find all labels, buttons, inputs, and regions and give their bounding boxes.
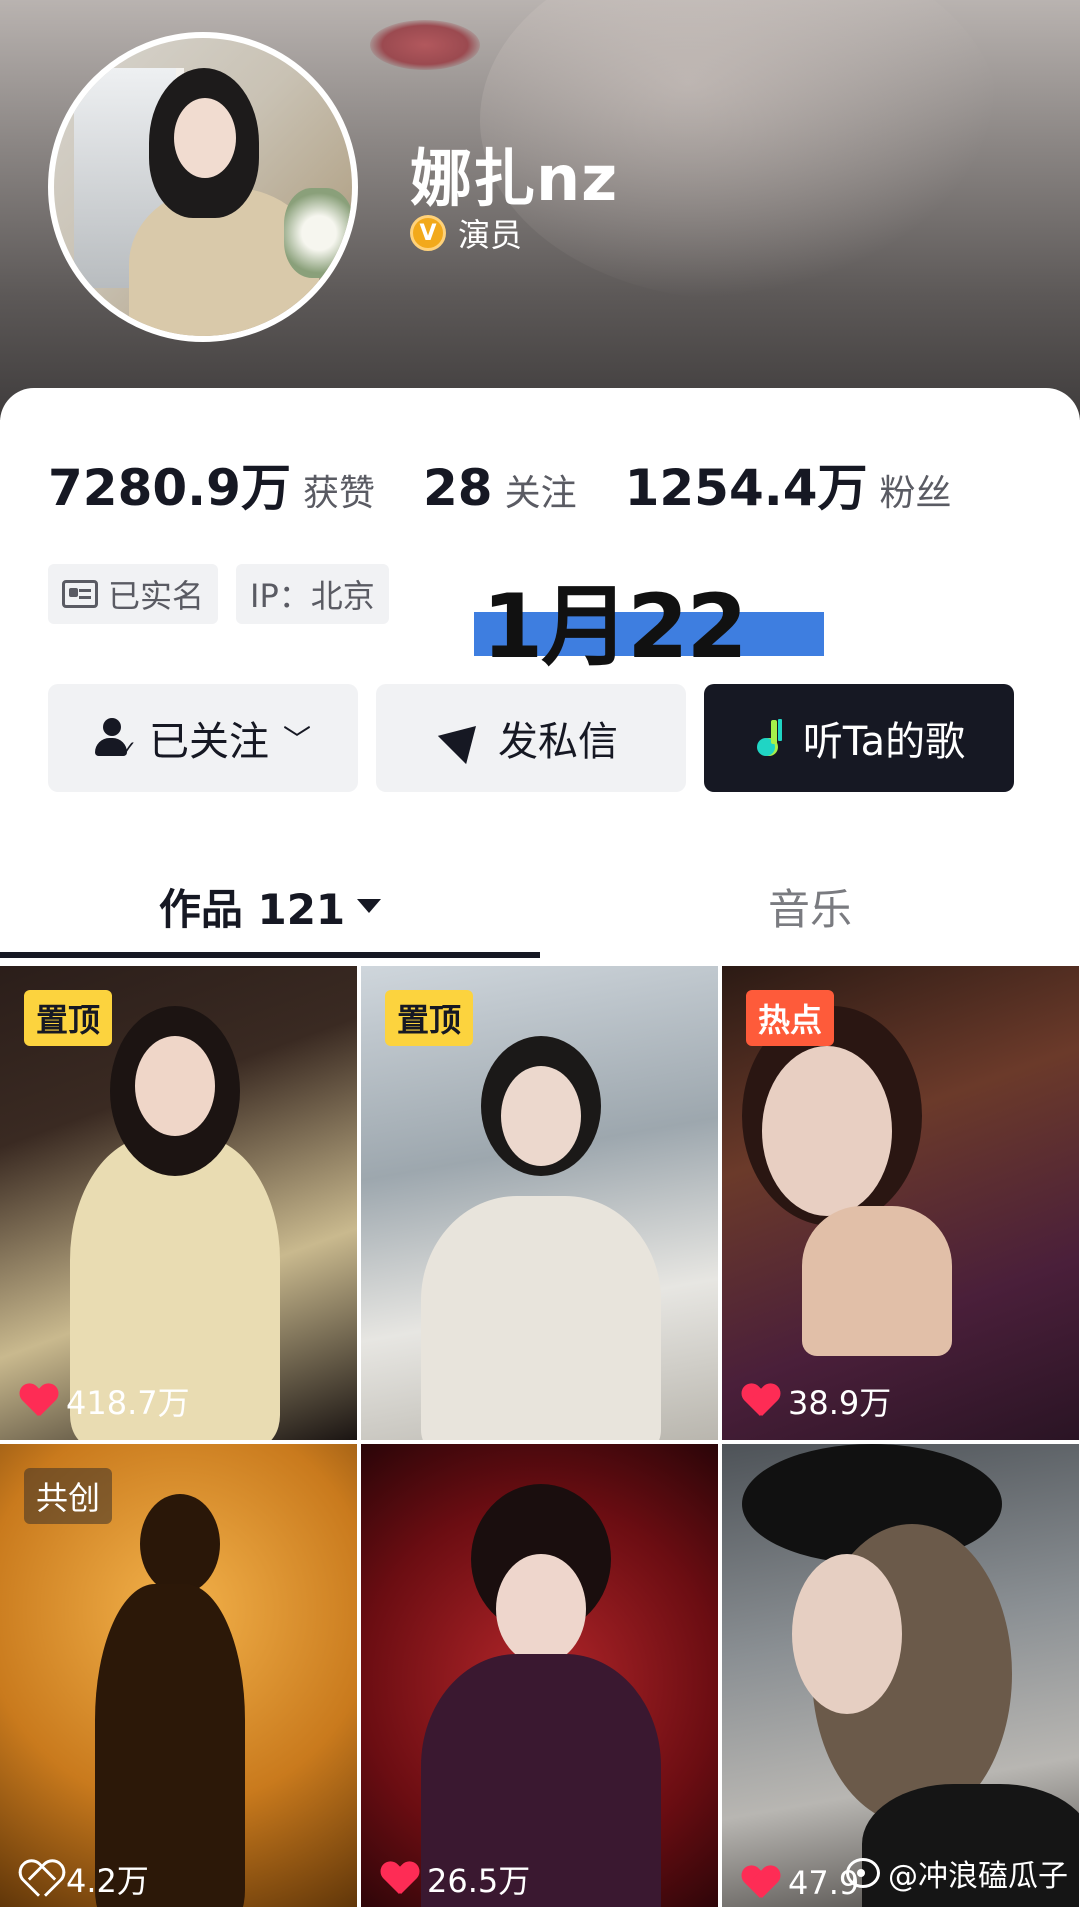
like-count: 38.9万 [742,1378,891,1424]
content-tabs: 作品 121 音乐 [0,858,1080,958]
chevron-down-icon: ﹀ [282,723,311,756]
like-count: 47.9 [742,1864,859,1902]
stat-followers-value: 1254.4万 [624,459,868,517]
active-tab-indicator [0,952,540,958]
ip-tag-label: IP：北京 [250,577,375,615]
video-grid: 置顶 418.7万 置顶 热点 38.9万 共创 4.2万 26.5万 47.9… [0,966,1080,1907]
followed-button[interactable]: ✓ 已关注 ﹀ [48,684,358,792]
video-tile[interactable]: 26.5万 [361,1444,718,1907]
like-count: 26.5万 [381,1856,530,1902]
watermark: @冲浪磕瓜子 [846,1851,1068,1895]
like-count-value: 38.9万 [788,1384,892,1422]
tab-works[interactable]: 作品 121 [0,858,540,954]
heart-icon [742,1384,780,1418]
user-check-icon: ✓ [94,718,137,760]
pinned-badge: 置顶 [24,990,113,1046]
heart-icon [742,1866,780,1900]
collab-badge: 共创 [24,1468,113,1524]
tab-music[interactable]: 音乐 [540,858,1080,954]
listen-songs-label: 听Ta的歌 [802,719,966,765]
banner-photo-detail [370,20,480,70]
like-count: 418.7万 [20,1378,190,1424]
like-count-value: 4.2万 [66,1862,149,1900]
realname-tag-label: 已实名 [108,577,205,615]
realname-tag: 已实名 [48,564,219,624]
video-tile[interactable]: 47.9 [722,1444,1079,1907]
date-overlay: 1月22日 [474,556,824,805]
username: 娜扎nz [410,142,619,215]
video-tile[interactable]: 共创 4.2万 [0,1444,357,1907]
music-note-icon [753,720,789,756]
message-button-label: 发私信 [498,719,618,765]
pinned-badge: 置顶 [385,990,474,1046]
stat-followers[interactable]: 1254.4万 粉丝 [625,448,952,520]
info-tags: 已实名 IP：北京 [48,564,389,624]
stat-following-value: 28 [422,459,493,517]
heart-outline-icon [20,1862,58,1896]
video-tile[interactable]: 热点 38.9万 [722,966,1079,1440]
stat-likes: 7280.9万 获赞 [48,448,375,520]
followed-button-label: 已关注 [148,719,269,765]
tab-works-label: 作品 121 [158,884,346,934]
verified-badge-icon: V [410,215,446,251]
like-count-value: 418.7万 [66,1384,190,1422]
listen-songs-button[interactable]: 听Ta的歌 [704,684,1014,792]
watermark-text: @冲浪磕瓜子 [888,1859,1068,1894]
stat-following-label: 关注 [504,473,577,514]
stat-likes-label: 获赞 [302,473,375,514]
verification-row: V 演员 [410,210,522,256]
send-icon [437,711,491,765]
verification-label: 演员 [458,216,523,254]
tab-music-label: 音乐 [767,884,852,934]
id-card-icon [62,580,98,608]
heart-icon [381,1862,419,1896]
trending-badge: 热点 [746,990,835,1046]
message-button[interactable]: 发私信 [376,684,686,792]
video-tile[interactable]: 置顶 418.7万 [0,966,357,1440]
action-buttons: ✓ 已关注 ﹀ 发私信 听Ta的歌 [48,684,1014,792]
stat-following[interactable]: 28 关注 [423,459,577,517]
video-tile[interactable]: 置顶 [361,966,718,1440]
like-count-value: 26.5万 [427,1862,531,1900]
caret-down-icon [357,899,382,913]
stats-row: 7280.9万 获赞 28 关注 1254.4万 粉丝 [48,448,1000,520]
avatar[interactable] [48,32,358,342]
stat-followers-label: 粉丝 [879,473,952,514]
stat-likes-value: 7280.9万 [48,459,291,517]
heart-icon [20,1384,58,1418]
ip-tag: IP：北京 [236,564,389,624]
like-count: 4.2万 [20,1856,149,1902]
weibo-icon [846,1858,880,1888]
